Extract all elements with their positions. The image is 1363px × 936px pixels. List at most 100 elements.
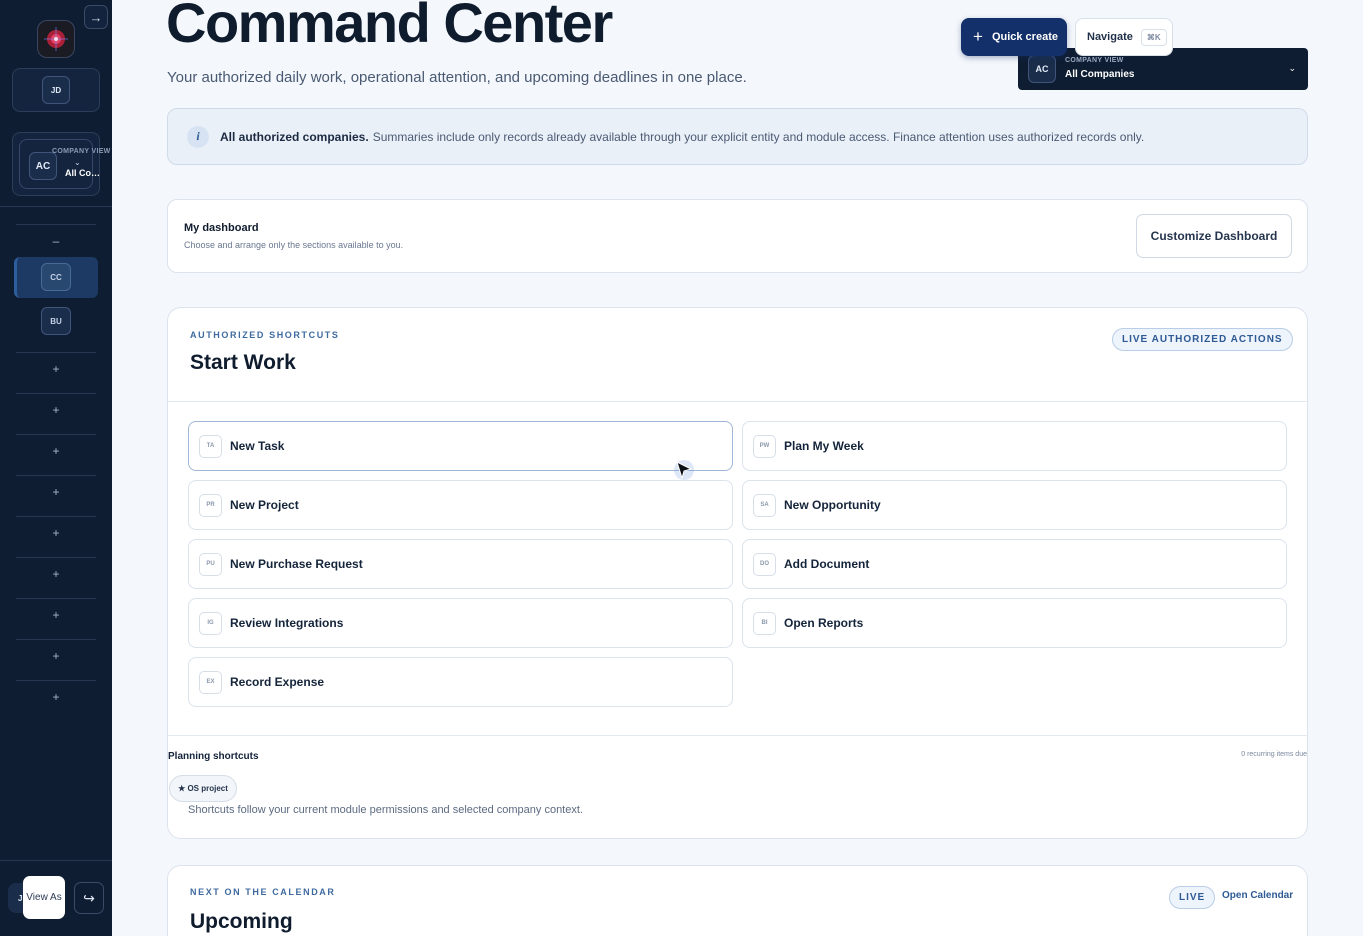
navigate-button[interactable]: Navigate ⌘K	[1075, 18, 1173, 56]
sidebar: → JD AC COMPANY VIEW ⌄ All Companies – C…	[0, 0, 112, 936]
action-add-document[interactable]: DO Add Document	[742, 539, 1287, 589]
minus-icon: –	[52, 233, 60, 248]
quick-create-label: Quick create	[991, 31, 1058, 43]
action-label: Add Document	[784, 557, 870, 571]
action-label: New Opportunity	[784, 498, 881, 512]
user-avatar: JD	[42, 76, 70, 104]
plus-icon: +	[52, 648, 60, 663]
plus-icon: +	[52, 607, 60, 622]
sidebar-add-item[interactable]: +	[16, 680, 96, 712]
action-label: New Task	[230, 439, 285, 453]
dashboard-subtitle: Choose and arrange only the sections ava…	[184, 240, 404, 250]
sidebar-divider	[0, 206, 112, 207]
company-switcher[interactable]: AC	[12, 132, 100, 196]
plus-icon: +	[52, 525, 60, 540]
open-calendar-link[interactable]: Open Calendar	[1222, 890, 1293, 901]
plus-icon: +	[52, 402, 60, 417]
logo-mark-icon	[44, 27, 68, 51]
company-view-label: COMPANY VIEW	[52, 148, 111, 155]
customize-dashboard-button[interactable]: Customize Dashboard	[1136, 214, 1292, 258]
action-abbr-icon: EX	[199, 670, 222, 694]
navigate-label: Navigate	[1087, 31, 1133, 43]
section-title: Upcoming	[190, 910, 293, 933]
action-abbr-icon: BI	[753, 611, 776, 635]
company-name: All Companies	[65, 168, 101, 178]
sidebar-item-bu[interactable]: BU	[41, 307, 71, 335]
action-abbr-icon: IG	[199, 611, 222, 635]
sidebar-add-item[interactable]: +	[16, 516, 96, 548]
action-abbr-icon: PU	[199, 552, 222, 576]
action-label: Open Reports	[784, 616, 864, 630]
status-badge: LIVE AUTHORIZED ACTIONS	[1112, 328, 1293, 351]
action-review-integrations[interactable]: IG Review Integrations	[188, 598, 733, 648]
keyboard-shortcut: ⌘K	[1140, 28, 1167, 46]
action-open-reports[interactable]: BI Open Reports	[742, 598, 1287, 648]
info-icon: i	[187, 125, 209, 148]
recurring-due-count: 0 recurring items due	[1241, 751, 1307, 758]
logout-icon: ↪	[83, 889, 95, 906]
company-view-label: COMPANY VIEW	[1065, 57, 1124, 64]
action-label: Review Integrations	[230, 616, 344, 630]
dashboard-title: My dashboard	[184, 222, 259, 234]
banner-strong: All authorized companies.	[220, 129, 369, 144]
company-avatar: AC	[1028, 55, 1056, 83]
start-work-card: AUTHORIZED SHORTCUTS Start Work LIVE AUT…	[167, 307, 1308, 839]
sidebar-add-item[interactable]: +	[16, 639, 96, 671]
quick-create-button[interactable]: + Quick create	[961, 18, 1067, 56]
user-card[interactable]: JD	[12, 68, 100, 112]
action-new-opportunity[interactable]: SA New Opportunity	[742, 480, 1287, 530]
page-title: Command Center	[166, 0, 613, 54]
planning-chip-os-project[interactable]: ★ OS project	[169, 775, 237, 802]
plus-icon: +	[52, 689, 60, 704]
nav-collapse-toggle[interactable]: –	[16, 224, 96, 256]
company-name: All Companies	[1065, 69, 1135, 80]
section-divider	[168, 735, 1307, 736]
sidebar-add-item[interactable]: +	[16, 434, 96, 466]
section-eyebrow: NEXT ON THE CALENDAR	[190, 887, 336, 897]
chevron-down-icon: ⌄	[74, 158, 81, 167]
action-abbr-icon: PW	[753, 434, 776, 458]
expand-sidebar-button[interactable]: →	[84, 5, 108, 29]
action-new-purchase-request[interactable]: PU New Purchase Request	[188, 539, 733, 589]
section-title: Start Work	[190, 351, 296, 374]
plus-icon: +	[973, 27, 983, 46]
section-eyebrow: AUTHORIZED SHORTCUTS	[190, 330, 340, 340]
logout-button[interactable]: ↪	[74, 882, 104, 914]
action-label: Record Expense	[230, 675, 325, 689]
sidebar-add-item[interactable]: +	[16, 475, 96, 507]
sidebar-add-item[interactable]: +	[16, 393, 96, 425]
arrow-right-icon: →	[89, 9, 103, 25]
plus-icon: +	[52, 443, 60, 458]
action-abbr-icon: DO	[753, 552, 776, 576]
action-new-task[interactable]: TA New Task	[188, 421, 733, 471]
page-subtitle: Your authorized daily work, operational …	[167, 69, 747, 86]
action-label: Plan My Week	[784, 439, 864, 453]
chevron-down-icon: ⌄	[1288, 63, 1296, 73]
sidebar-add-item[interactable]: +	[16, 352, 96, 384]
app-logo[interactable]	[37, 20, 75, 58]
action-abbr-icon: TA	[199, 434, 222, 458]
action-abbr-icon: SA	[753, 493, 776, 517]
planning-note: Shortcuts follow your current module per…	[188, 804, 583, 816]
sidebar-bottom-divider	[0, 860, 112, 861]
action-new-project[interactable]: PR New Project	[188, 480, 733, 530]
action-label: New Project	[230, 498, 299, 512]
planning-shortcuts-title: Planning shortcuts	[168, 751, 259, 762]
banner-text: Summaries include only records already a…	[372, 129, 1145, 144]
action-record-expense[interactable]: EX Record Expense	[188, 657, 733, 707]
plus-icon: +	[52, 484, 60, 499]
live-badge: LIVE	[1169, 886, 1216, 909]
view-as-button[interactable]: View As	[23, 876, 65, 919]
action-abbr-icon: PR	[199, 493, 222, 517]
sidebar-add-item[interactable]: +	[16, 598, 96, 630]
action-plan-my-week[interactable]: PW Plan My Week	[742, 421, 1287, 471]
my-dashboard-card: My dashboard Choose and arrange only the…	[167, 199, 1308, 273]
plus-icon: +	[52, 566, 60, 581]
mouse-cursor-icon	[674, 460, 694, 480]
sidebar-item-cc-icon: CC	[41, 263, 71, 291]
upcoming-card: NEXT ON THE CALENDAR Upcoming LIVE Open …	[167, 865, 1308, 936]
info-banner: i All authorized companies. Summaries in…	[167, 108, 1308, 165]
section-divider	[168, 401, 1307, 402]
action-label: New Purchase Request	[230, 557, 363, 571]
sidebar-add-item[interactable]: +	[16, 557, 96, 589]
